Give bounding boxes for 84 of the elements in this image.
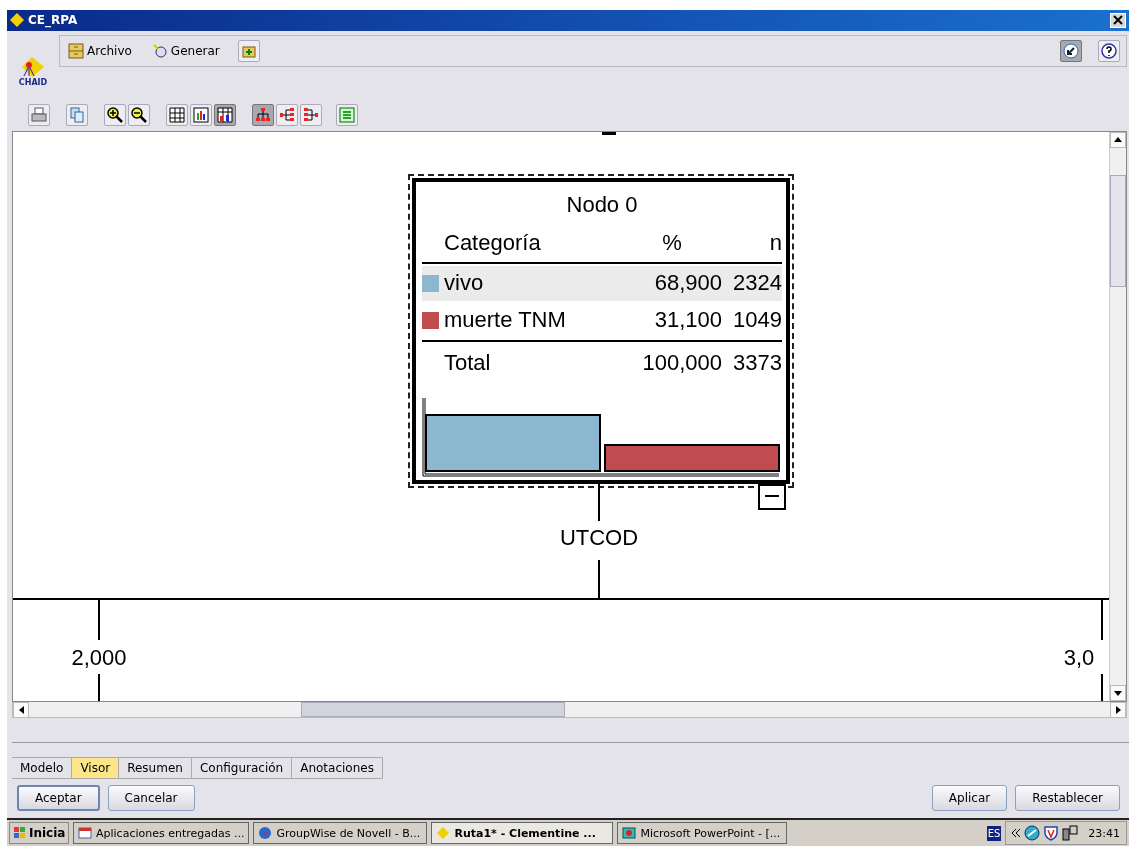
tab[interactable]: Visor xyxy=(72,757,120,780)
drawer-icon xyxy=(68,42,84,59)
count-value: 1049 xyxy=(732,307,782,334)
count-value: 2324 xyxy=(732,270,782,297)
total-label: Total xyxy=(444,349,492,376)
dialog-button[interactable]: Aceptar xyxy=(17,785,100,812)
tab[interactable]: Configuración xyxy=(191,757,293,780)
window-icon xyxy=(78,826,92,840)
toolbar-button[interactable] xyxy=(166,103,188,126)
taskbar-button[interactable]: Ruta1* - Clementine ... xyxy=(431,822,614,844)
chevron-icon[interactable] xyxy=(1012,829,1021,837)
split-variable: UTCOD xyxy=(559,524,639,551)
close-icon xyxy=(1113,15,1123,26)
wand-icon xyxy=(151,42,168,59)
tree-left-icon xyxy=(279,106,295,123)
percent-value: 31,100 xyxy=(653,307,722,334)
taskbar-button[interactable]: Microsoft PowerPoint - [... xyxy=(617,822,788,844)
node-title: Nodo 0 xyxy=(565,191,639,218)
help-icon xyxy=(1101,42,1117,59)
dialog-button[interactable]: Aplicar xyxy=(931,785,1008,812)
column-header: % xyxy=(661,229,683,256)
toolbar-button[interactable] xyxy=(104,103,126,126)
down-arrow-icon xyxy=(1114,690,1122,696)
shield-icon[interactable] xyxy=(1044,825,1059,841)
grid-icon xyxy=(169,106,185,123)
computer-icon[interactable] xyxy=(1062,825,1079,841)
printer-icon xyxy=(31,106,47,123)
dialog-button[interactable]: Restablecer xyxy=(1015,785,1120,812)
logo-label: CHAID xyxy=(18,78,48,88)
help-button[interactable] xyxy=(1098,39,1120,62)
horizontal-scrollbar[interactable] xyxy=(12,702,1127,719)
column-header: n xyxy=(768,229,782,256)
toolbar-button[interactable] xyxy=(190,103,212,126)
collapse-mark xyxy=(602,131,616,135)
category-label: vivo xyxy=(444,270,485,297)
scrollbar-thumb[interactable] xyxy=(301,702,565,718)
taskbar-button[interactable]: GroupWise de Novell - B... xyxy=(253,822,428,844)
windows-flag-icon xyxy=(13,826,27,840)
toolbar-button[interactable] xyxy=(252,103,274,126)
diamond-icon xyxy=(436,826,451,840)
network-icon[interactable] xyxy=(1024,825,1041,841)
toolbar-button[interactable] xyxy=(128,103,150,126)
tab[interactable]: Modelo xyxy=(12,757,73,780)
copy-icon xyxy=(69,106,85,123)
tree-down-icon xyxy=(255,106,271,123)
percent-value: 68,900 xyxy=(653,270,722,297)
count-value: 3373 xyxy=(732,349,782,376)
up-arrow-icon xyxy=(1114,137,1122,143)
zoom-out-icon xyxy=(131,106,147,123)
scrollbar-thumb[interactable] xyxy=(1110,174,1126,287)
add-node-button[interactable] xyxy=(237,39,260,62)
tree-right-icon xyxy=(303,106,319,123)
table-chart-icon xyxy=(217,106,233,123)
tree-node[interactable]: Nodo 0 Categoría % n vivo 68,900 2324 muerte TNM 31,100 1049 Total 100,000 3373 xyxy=(408,173,794,488)
export-icon xyxy=(339,106,355,123)
start-button[interactable]: Inicia xyxy=(9,822,70,844)
clock: 23:41 xyxy=(1088,826,1120,840)
globe-icon xyxy=(258,826,273,840)
diamond-icon xyxy=(10,13,24,28)
toolbar-button[interactable] xyxy=(214,103,236,126)
right-arrow-icon xyxy=(1115,706,1121,715)
menu-item[interactable]: Generar xyxy=(149,40,222,61)
slides-icon xyxy=(622,826,637,840)
bar-chart-icon xyxy=(193,106,209,123)
menu-item[interactable]: Archivo xyxy=(66,40,134,61)
column-header: Categoría xyxy=(444,229,542,256)
tab[interactable]: Anotaciones xyxy=(292,757,383,780)
tab[interactable]: Resumen xyxy=(119,757,192,780)
taskbar-button[interactable]: Aplicaciones entregadas ... xyxy=(73,822,250,844)
dialog-button[interactable]: Cancelar xyxy=(107,785,195,812)
collapse-button[interactable] xyxy=(758,483,786,510)
window-title: CE_RPA xyxy=(28,13,79,28)
minimize-button[interactable] xyxy=(1060,39,1082,62)
branch-label: 2,000 xyxy=(71,644,127,671)
vertical-scrollbar[interactable] xyxy=(1109,131,1126,702)
category-row[interactable]: vivo 68,900 2324 xyxy=(422,265,782,301)
zoom-in-icon xyxy=(107,106,123,123)
left-arrow-icon xyxy=(18,706,24,715)
category-row[interactable]: muerte TNM 31,100 1049 xyxy=(422,302,782,338)
branch-label: 3,0 xyxy=(1063,644,1095,671)
percent-value: 100,000 xyxy=(641,349,722,376)
language-indicator[interactable]: ES xyxy=(986,825,1002,841)
close-button[interactable] xyxy=(1110,13,1126,28)
category-label: muerte TNM xyxy=(444,307,567,334)
